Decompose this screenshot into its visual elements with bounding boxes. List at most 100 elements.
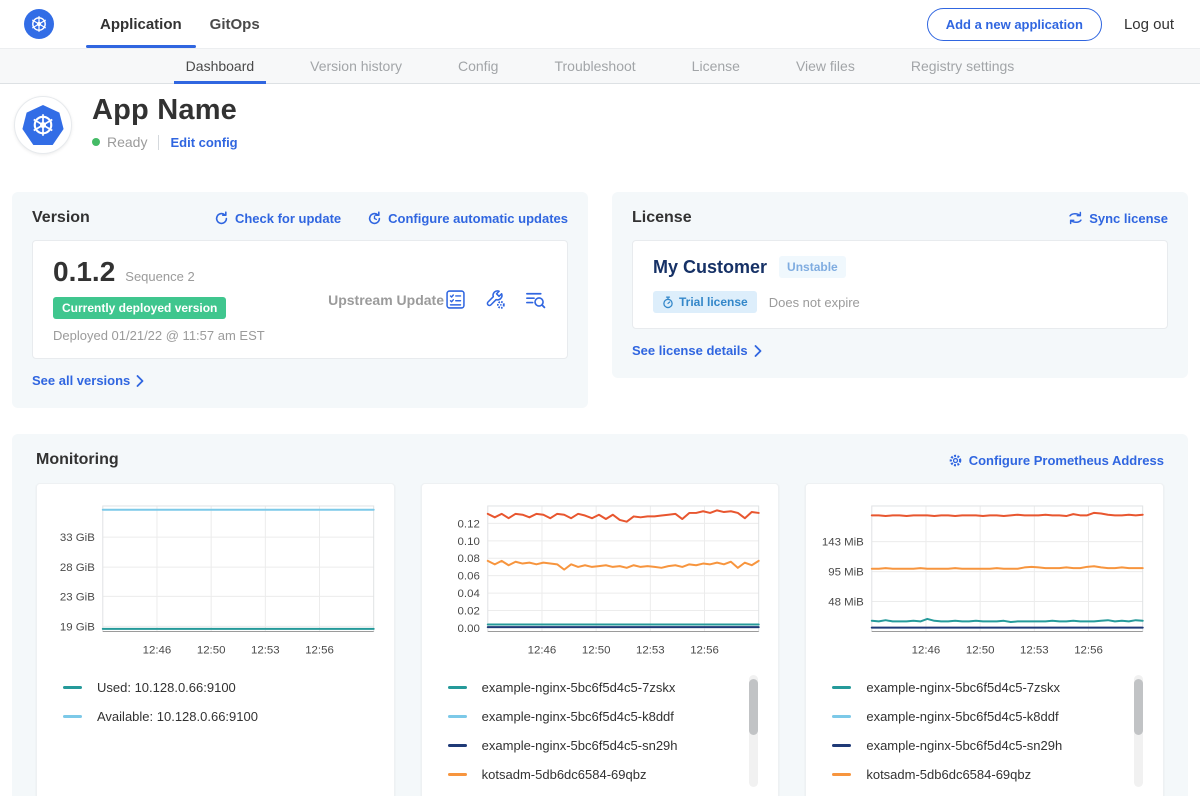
license-card: License Sync license My	[612, 192, 1188, 378]
svg-text:12:56: 12:56	[1075, 644, 1104, 656]
subnav-version-history[interactable]: Version history	[304, 49, 408, 83]
stopwatch-icon	[662, 296, 674, 309]
svg-text:0.08: 0.08	[457, 553, 479, 565]
cpu-usage-chart-title: CPU Usage	[434, 791, 767, 796]
subnav-troubleshoot-label: Troubleshoot	[554, 58, 635, 74]
sync-license-link[interactable]: Sync license	[1068, 211, 1168, 226]
legend-color-dash	[448, 744, 467, 747]
svg-text:12:46: 12:46	[527, 644, 556, 656]
svg-text:12:53: 12:53	[251, 644, 280, 656]
tab-gitops-label: GitOps	[210, 16, 260, 33]
see-license-details-link[interactable]: See license details	[632, 343, 762, 358]
subnav-version-history-label: Version history	[310, 58, 402, 74]
tab-gitops[interactable]: GitOps	[196, 0, 274, 48]
memory-usage-chart-card: 48 MiB95 MiB143 MiB12:4612:5012:5312:56 …	[805, 483, 1164, 796]
legend-item: Used: 10.128.0.66:9100	[63, 673, 374, 702]
legend-color-dash	[832, 744, 851, 747]
view-diff-icon[interactable]	[524, 288, 547, 311]
monitoring-section: Monitoring Configure Prometheus Address …	[12, 434, 1188, 796]
configure-prometheus-link[interactable]: Configure Prometheus Address	[948, 453, 1164, 468]
see-license-details-label: See license details	[632, 343, 748, 358]
configure-automatic-updates-label: Configure automatic updates	[388, 211, 568, 226]
monitoring-title: Monitoring	[36, 451, 119, 469]
svg-text:12:50: 12:50	[966, 644, 995, 656]
legend-color-dash	[832, 773, 851, 776]
license-type-badge: Trial license	[653, 291, 757, 313]
top-tabs: Application GitOps	[86, 0, 274, 48]
app-logo	[14, 96, 72, 154]
see-all-versions-label: See all versions	[32, 373, 130, 388]
subnav-dashboard[interactable]: Dashboard	[180, 49, 261, 83]
legend-label: example-nginx-5bc6f5d4c5-k8ddf	[482, 709, 674, 724]
svg-text:0.00: 0.00	[457, 623, 479, 635]
svg-text:12:50: 12:50	[197, 644, 226, 656]
version-number: 0.1.2	[53, 256, 115, 288]
svg-text:95 MiB: 95 MiB	[829, 567, 865, 579]
cpu-usage-plot[interactable]: 0.000.020.040.060.080.100.1212:4612:5012…	[434, 498, 767, 663]
status-dot	[92, 138, 100, 146]
legend-label: example-nginx-5bc6f5d4c5-sn29h	[866, 738, 1062, 753]
config-wrench-icon[interactable]	[484, 288, 507, 311]
currently-deployed-badge: Currently deployed version	[53, 297, 226, 319]
subnav-license[interactable]: License	[686, 49, 746, 83]
legend-label: Used: 10.128.0.66:9100	[97, 680, 236, 695]
legend-color-dash	[832, 715, 851, 718]
svg-text:33 GiB: 33 GiB	[60, 532, 95, 544]
license-type-label: Trial license	[679, 295, 748, 309]
see-all-versions-link[interactable]: See all versions	[32, 373, 144, 388]
license-box: My Customer Unstable Trial license Does …	[632, 240, 1168, 329]
helm-wheel-icon	[29, 14, 49, 34]
disk-usage-plot[interactable]: 19 GiB23 GiB28 GiB33 GiB12:4612:5012:531…	[49, 498, 382, 663]
kubernetes-heptagon-icon	[22, 105, 64, 145]
customer-name: My Customer	[653, 257, 767, 278]
legend-scrollbar-thumb[interactable]	[749, 679, 758, 735]
channel-badge: Unstable	[779, 256, 846, 278]
legend-item: kotsadm-5db6dc6584-69qbz	[832, 760, 1143, 789]
disk-usage-chart-card: 19 GiB23 GiB28 GiB33 GiB12:4612:5012:531…	[36, 483, 395, 796]
svg-text:48 MiB: 48 MiB	[829, 597, 865, 609]
edit-config-link[interactable]: Edit config	[170, 135, 237, 150]
configure-automatic-updates-link[interactable]: Configure automatic updates	[367, 211, 568, 226]
legend-color-dash	[832, 686, 851, 689]
legend-label: example-nginx-5bc6f5d4c5-7zskx	[482, 680, 676, 695]
app-subnav: Dashboard Version history Config Trouble…	[0, 48, 1200, 84]
license-card-title: License	[632, 209, 692, 227]
logout-link[interactable]: Log out	[1124, 16, 1174, 33]
clock-refresh-icon	[367, 211, 382, 226]
page-title: App Name	[92, 94, 238, 127]
version-sequence: Sequence 2	[125, 269, 194, 284]
legend-color-dash	[63, 686, 82, 689]
subnav-registry-settings[interactable]: Registry settings	[905, 49, 1020, 83]
check-for-update-link[interactable]: Check for update	[214, 211, 341, 226]
disk-usage-legend: Used: 10.128.0.66:9100 Available: 10.128.…	[63, 673, 374, 791]
subnav-troubleshoot[interactable]: Troubleshoot	[548, 49, 641, 83]
version-source-label: Upstream Update	[328, 292, 444, 308]
memory-usage-legend: example-nginx-5bc6f5d4c5-7zskxexample-ng…	[832, 673, 1143, 791]
refresh-icon	[214, 211, 229, 226]
chevron-right-icon	[136, 375, 144, 387]
divider	[158, 135, 159, 150]
tab-application-label: Application	[100, 16, 182, 33]
preflight-checklist-icon[interactable]	[444, 288, 467, 311]
subnav-config[interactable]: Config	[452, 49, 504, 83]
deployed-timestamp: Deployed 01/21/22 @ 11:57 am EST	[53, 328, 328, 343]
legend-scrollbar-thumb[interactable]	[1134, 679, 1143, 735]
tab-application[interactable]: Application	[86, 0, 196, 48]
legend-item: example-nginx-5bc6f5d4c5-sn29h	[832, 731, 1143, 760]
subnav-view-files[interactable]: View files	[790, 49, 861, 83]
memory-usage-plot[interactable]: 48 MiB95 MiB143 MiB12:4612:5012:5312:56	[818, 498, 1151, 663]
subnav-license-label: License	[692, 58, 740, 74]
svg-text:28 GiB: 28 GiB	[60, 562, 95, 574]
legend-item: example-nginx-5bc6f5d4c5-sn29h	[448, 731, 759, 760]
version-card-title: Version	[32, 209, 90, 227]
legend-label: kotsadm-5db6dc6584-69qbz	[866, 767, 1031, 782]
status-badge: Ready	[107, 134, 147, 150]
svg-text:12:56: 12:56	[305, 644, 334, 656]
subnav-dashboard-label: Dashboard	[186, 58, 255, 74]
license-expiry: Does not expire	[769, 295, 860, 310]
svg-text:0.04: 0.04	[457, 588, 480, 600]
legend-color-dash	[63, 715, 82, 718]
add-application-button[interactable]: Add a new application	[927, 8, 1102, 41]
legend-item: Available: 10.128.0.66:9100	[63, 702, 374, 731]
legend-label: kotsadm-5db6dc6584-69qbz	[482, 767, 647, 782]
